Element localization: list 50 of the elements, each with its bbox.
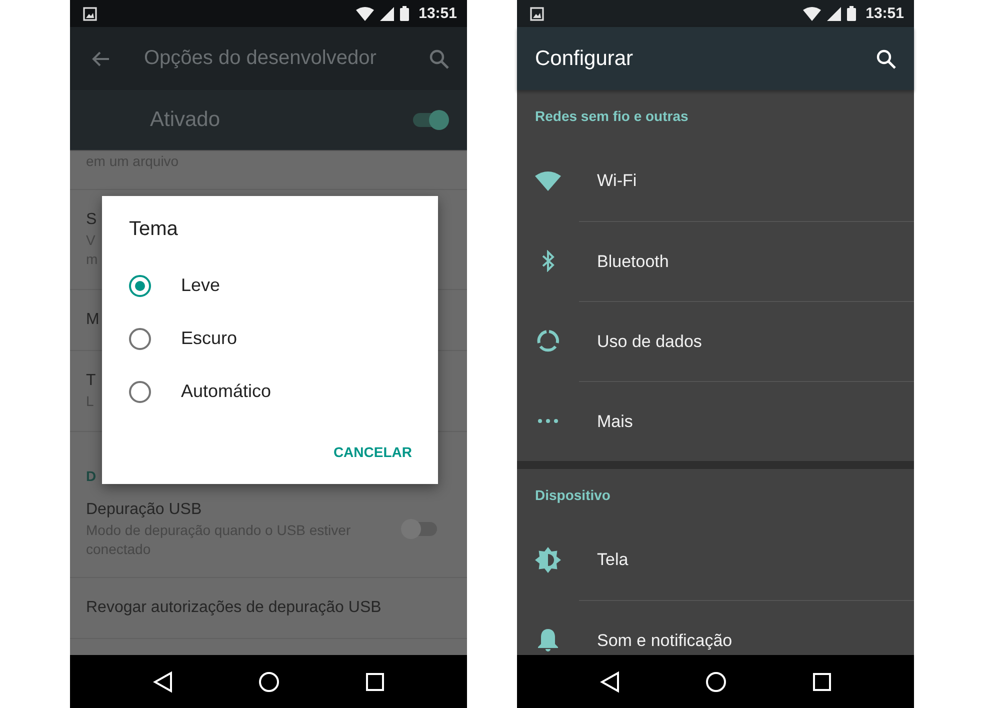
settings-item[interactable]: Tela xyxy=(579,520,914,600)
radio-button[interactable] xyxy=(129,380,151,402)
item-title: Depuração USB xyxy=(86,500,202,520)
wifi-icon xyxy=(802,6,821,20)
recents-button[interactable] xyxy=(813,672,832,690)
wifi-icon xyxy=(356,6,374,20)
item-title: Revogar autorizações de depuração USB xyxy=(86,598,382,618)
item-title: T xyxy=(86,371,96,391)
option-label[interactable]: Automático xyxy=(181,381,272,402)
toolbar-title: Configurar xyxy=(535,46,634,70)
settings-item[interactable]: Uso de dados xyxy=(579,300,914,382)
section-header: Dispositivo xyxy=(534,486,612,505)
brightness-icon xyxy=(535,547,561,573)
cancel-button[interactable]: CANCELAR xyxy=(333,440,412,464)
search-icon[interactable] xyxy=(876,48,896,68)
data-usage-icon xyxy=(536,329,560,353)
status-time: 13:51 xyxy=(866,5,904,22)
radio-button[interactable] xyxy=(129,328,151,350)
signal-icon xyxy=(380,6,394,20)
back-button[interactable] xyxy=(152,670,173,692)
wifi-icon xyxy=(535,171,561,191)
signal-icon xyxy=(826,6,841,20)
toggle-switch[interactable] xyxy=(403,522,437,536)
option-label[interactable]: Escuro xyxy=(181,328,238,349)
status-time: 13:51 xyxy=(418,5,457,22)
recents-button[interactable] xyxy=(366,672,384,690)
switch-label: Ativado xyxy=(150,108,222,132)
back-arrow-icon[interactable] xyxy=(92,50,110,66)
item-title: S xyxy=(86,210,97,230)
settings-item[interactable]: Mais xyxy=(579,380,914,462)
settings-item[interactable]: Wi-Fi xyxy=(579,141,914,221)
option-label[interactable]: Leve xyxy=(181,275,220,296)
bell-icon xyxy=(537,628,559,652)
back-button[interactable] xyxy=(600,670,620,692)
section-header: D xyxy=(86,468,96,484)
radio-button[interactable] xyxy=(129,274,151,296)
battery-icon xyxy=(846,6,856,21)
settings-item[interactable]: Bluetooth xyxy=(579,220,914,302)
toolbar-title: Opções do desenvolvedor xyxy=(144,47,378,70)
image-icon xyxy=(83,6,97,20)
dialog-title: Tema xyxy=(129,218,179,241)
toggle-switch[interactable] xyxy=(413,113,447,127)
image-icon xyxy=(530,6,544,20)
more-icon xyxy=(538,419,558,423)
home-button[interactable] xyxy=(705,670,728,692)
battery-icon xyxy=(400,6,409,21)
bluetooth-icon xyxy=(541,250,555,272)
home-button[interactable] xyxy=(258,670,280,692)
item-title: M xyxy=(86,310,100,330)
section-header: Redes sem fio e outras xyxy=(534,107,690,126)
